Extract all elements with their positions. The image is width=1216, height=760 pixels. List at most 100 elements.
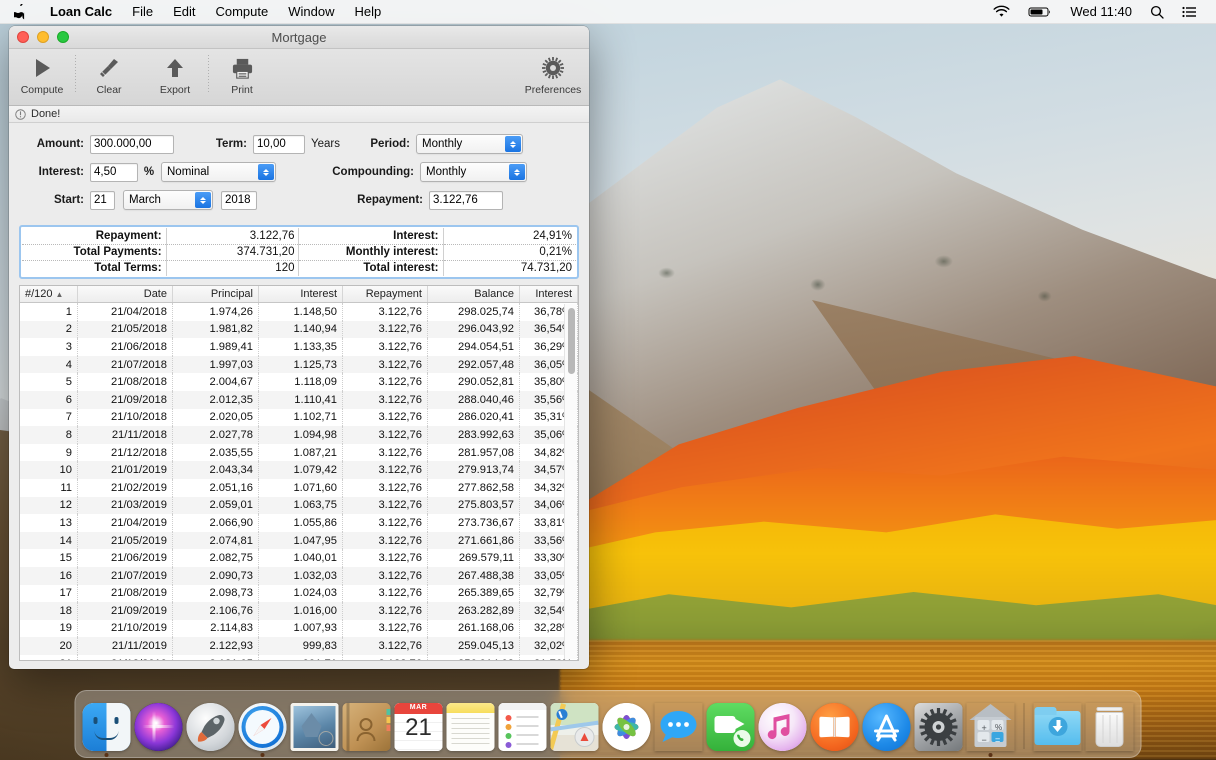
start-month-select-chevrons-icon [195, 192, 211, 208]
summary-key-monthly-interest: Monthly interest: [298, 244, 444, 261]
table-row[interactable]: 5 21/08/2018 2.004,67 1.118,09 3.122,76 290.0… [20, 373, 578, 391]
dock-item-reminders[interactable] [498, 703, 547, 751]
start-month-select[interactable]: March [123, 190, 213, 210]
table-row[interactable]: 2 21/05/2018 1.981,82 1.140,94 3.122,76 296.0… [20, 320, 578, 339]
dock-item-safari[interactable] [238, 703, 287, 757]
table-cell: 9 [20, 443, 78, 462]
table-row[interactable]: 7 21/10/2018 2.020,05 1.102,71 3.122,76 286.0… [20, 408, 578, 427]
print-button[interactable]: Print [209, 51, 275, 96]
column-header-interest-amount[interactable]: Interest [259, 286, 343, 302]
table-cell: 1.087,21 [259, 443, 343, 462]
window-title: Mortgage [271, 29, 327, 45]
close-button[interactable] [17, 31, 29, 43]
menu-item-compute[interactable]: Compute [205, 0, 278, 23]
amortization-table-body[interactable]: 1 21/04/2018 1.974,26 1.148,50 3.122,76 298.0… [20, 303, 578, 660]
dock-item-itunes[interactable] [758, 703, 807, 751]
table-row[interactable]: 10 21/01/2019 2.043,34 1.079,42 3.122,76 279.… [20, 461, 578, 479]
period-select[interactable]: Monthly [416, 134, 523, 154]
table-vertical-scrollbar[interactable] [564, 304, 577, 659]
rate-type-select[interactable]: Nominal [161, 162, 276, 182]
column-header-principal[interactable]: Principal [173, 286, 259, 302]
table-row[interactable]: 4 21/07/2018 1.997,03 1.125,73 3.122,76 292.0… [20, 355, 578, 374]
zoom-button[interactable] [57, 31, 69, 43]
table-row[interactable]: 8 21/11/2018 2.027,78 1.094,98 3.122,76 283.9… [20, 426, 578, 444]
menu-app-name[interactable]: Loan Calc [40, 0, 122, 23]
notification-center-icon[interactable] [1173, 0, 1206, 23]
summary-value-monthly-interest: 0,21% [443, 244, 576, 261]
sort-ascending-icon: ▲ [55, 289, 64, 299]
results-summary-panel: Repayment: 3.122,76 Interest: 24,91% Tot… [19, 225, 579, 279]
menu-item-help[interactable]: Help [344, 0, 391, 23]
play-triangle-icon [31, 54, 53, 82]
column-header-interest-percent[interactable]: Interest [520, 286, 578, 302]
table-row[interactable]: 6 21/09/2018 2.012,35 1.110,41 3.122,76 288.0… [20, 390, 578, 409]
start-year-input[interactable]: 2018 [221, 190, 257, 210]
amount-input[interactable]: 300.000,00 [90, 134, 174, 154]
menu-item-file[interactable]: File [122, 0, 163, 23]
window-title-bar[interactable]: Mortgage [9, 26, 589, 49]
table-row[interactable]: 1 21/04/2018 1.974,26 1.148,50 3.122,76 298.0… [20, 303, 578, 321]
term-label: Term: [215, 138, 247, 150]
preferences-button[interactable]: Preferences [517, 51, 589, 96]
dock-item-finder[interactable] [82, 703, 131, 757]
dock-item-loan-calc[interactable]: +% − = [967, 703, 1015, 757]
table-row[interactable]: 14 21/05/2019 2.074,81 1.047,95 3.122,76 271.… [20, 531, 578, 550]
table-cell: 2.051,16 [173, 478, 259, 497]
table-row[interactable]: 16 21/07/2019 2.090,73 1.032,03 3.122,76 267.… [20, 566, 578, 585]
compute-button[interactable]: Compute [9, 51, 75, 96]
table-row[interactable]: 9 21/12/2018 2.035,55 1.087,21 3.122,76 281.9… [20, 443, 578, 462]
table-cell: 21/09/2019 [78, 602, 173, 620]
interest-input[interactable]: 4,50 [90, 162, 138, 182]
dock-item-maps[interactable] [550, 703, 599, 751]
menu-item-edit[interactable]: Edit [163, 0, 205, 23]
apple-menu-icon[interactable] [0, 0, 40, 23]
table-scrollbar-thumb[interactable] [568, 308, 575, 374]
term-input[interactable]: 10,00 [253, 134, 305, 154]
dock-item-facetime[interactable] [706, 703, 755, 751]
compounding-select[interactable]: Monthly [420, 162, 527, 182]
table-row[interactable]: 13 21/04/2019 2.066,90 1.055,86 3.122,76 273.… [20, 514, 578, 532]
table-row[interactable]: 3 21/06/2018 1.989,41 1.133,35 3.122,76 294.0… [20, 338, 578, 356]
table-row[interactable]: 20 21/11/2019 2.122,93 999,83 3.122,76 259.04… [20, 637, 578, 655]
table-cell: 2.027,78 [173, 426, 259, 444]
dock-item-mail[interactable] [290, 703, 339, 751]
dock-item-ibooks[interactable] [810, 703, 859, 751]
menu-bar-clock[interactable]: Wed 11:40 [1061, 0, 1141, 23]
dock-item-siri[interactable] [134, 703, 183, 751]
dock-item-app-store[interactable] [862, 703, 911, 751]
column-header-date[interactable]: Date [78, 286, 173, 302]
start-day-input[interactable]: 21 [90, 190, 115, 210]
table-row[interactable]: 11 21/02/2019 2.051,16 1.071,60 3.122,76 277.… [20, 478, 578, 497]
export-button[interactable]: Export [142, 51, 208, 96]
dock-item-messages[interactable] [655, 703, 703, 751]
menu-item-window[interactable]: Window [278, 0, 344, 23]
dock-item-launchpad[interactable] [186, 703, 235, 751]
dock-item-photos[interactable] [602, 703, 651, 751]
column-header-repayment[interactable]: Repayment [343, 286, 428, 302]
table-row[interactable]: 17 21/08/2019 2.098,73 1.024,03 3.122,76 265.… [20, 584, 578, 603]
dock-item-contacts[interactable] [342, 703, 391, 751]
battery-icon[interactable] [1019, 0, 1061, 23]
table-row[interactable]: 12 21/03/2019 2.059,01 1.063,75 3.122,76 275.… [20, 496, 578, 515]
repayment-input[interactable]: 3.122,76 [429, 190, 503, 210]
table-row[interactable]: 2121/12/20192.131,05991,713.122,76256.91… [20, 654, 578, 660]
dock-item-notes[interactable] [446, 703, 495, 751]
table-cell: 3.122,76 [343, 478, 428, 497]
column-header-balance[interactable]: Balance [428, 286, 520, 302]
spotlight-search-icon[interactable] [1141, 0, 1173, 23]
table-row[interactable]: 15 21/06/2019 2.082,75 1.040,01 3.122,76 269.… [20, 549, 578, 567]
up-arrow-icon [164, 54, 186, 82]
dock-item-downloads[interactable] [1034, 703, 1082, 751]
table-cell: 12 [20, 496, 78, 515]
table-row[interactable]: 18 21/09/2019 2.106,76 1.016,00 3.122,76 263.… [20, 602, 578, 620]
start-label: Start: [53, 194, 84, 206]
minimize-button[interactable] [37, 31, 49, 43]
clear-button[interactable]: Clear [76, 51, 142, 96]
table-cell: 21/12/2019 [78, 654, 173, 660]
column-header-index[interactable]: #/120 ▲ [20, 286, 78, 302]
wifi-icon[interactable] [984, 0, 1019, 23]
dock-item-trash[interactable] [1086, 703, 1134, 751]
table-row[interactable]: 19 21/10/2019 2.114,83 1.007,93 3.122,76 261.… [20, 619, 578, 638]
dock-item-system-preferences[interactable] [914, 703, 963, 751]
dock-item-calendar[interactable]: MAR 21 [394, 703, 443, 751]
